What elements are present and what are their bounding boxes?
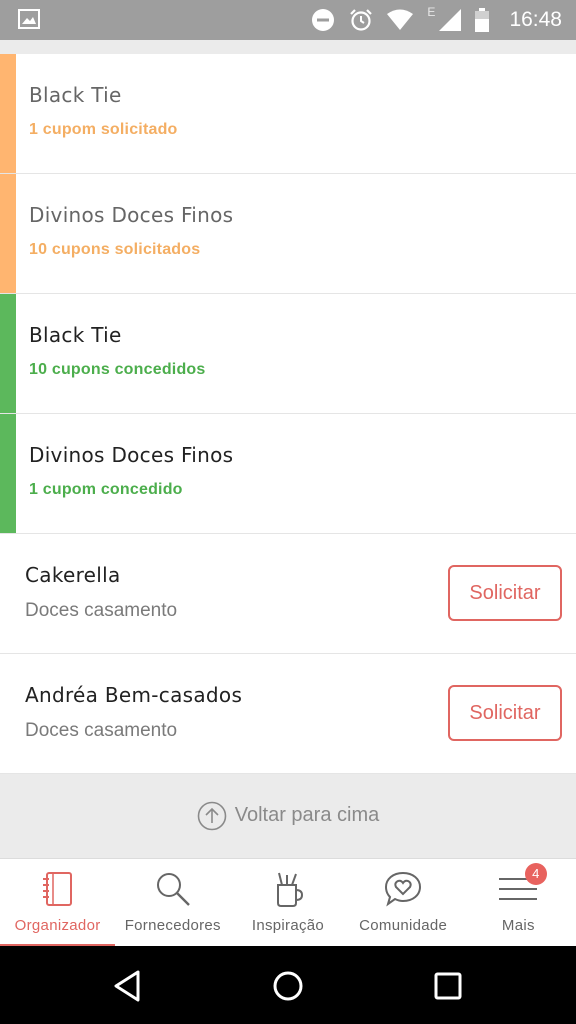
coupon-status: 1 cupom solicitado	[29, 121, 178, 138]
vendor-name: Divinos Doces Finos	[29, 203, 234, 227]
recents-square-icon[interactable]	[428, 966, 468, 1006]
notebook-icon	[42, 872, 72, 906]
system-navigation-bar	[0, 946, 576, 1024]
status-accent-bar	[0, 294, 16, 413]
signal-icon	[439, 9, 462, 31]
do-not-disturb-icon	[312, 9, 335, 31]
vendor-row[interactable]: Cakerella Doces casamento Solicitar	[0, 534, 576, 654]
top-spacer	[0, 40, 576, 54]
notification-badge: 4	[524, 863, 547, 885]
status-bar: E 16:48	[0, 0, 576, 40]
coupon-row[interactable]: Black Tie 1 cupom solicitado	[0, 54, 576, 174]
coupon-row[interactable]: Divinos Doces Finos 1 cupom concedido	[0, 414, 576, 534]
vendor-name: Divinos Doces Finos	[29, 443, 234, 467]
back-triangle-icon[interactable]	[108, 966, 148, 1006]
nav-mais[interactable]: 4 Mais	[461, 859, 576, 947]
image-notification-icon	[18, 9, 40, 29]
coupon-status: 10 cupons solicitados	[29, 241, 201, 258]
nav-comunidade[interactable]: Comunidade	[346, 859, 461, 947]
coupon-status: 1 cupom concedido	[29, 481, 183, 498]
back-to-top-link[interactable]: Voltar para cima	[0, 774, 576, 857]
vendor-row[interactable]: Andréa Bem-casados Doces casamento Solic…	[0, 654, 576, 774]
status-icons: E 16:48	[311, 0, 562, 40]
status-accent-bar	[0, 414, 16, 533]
nav-label: Organizador	[14, 917, 101, 934]
vendor-name: Black Tie	[29, 323, 122, 347]
request-coupon-button[interactable]: Solicitar	[448, 685, 562, 741]
clock: 16:48	[509, 8, 562, 31]
nav-label: Fornecedores	[124, 917, 221, 934]
heart-chat-icon	[385, 871, 422, 907]
nav-label: Comunidade	[359, 917, 448, 934]
vendor-name: Cakerella	[25, 563, 121, 587]
wifi-icon	[387, 9, 414, 30]
coupon-row[interactable]: Divinos Doces Finos 10 cupons solicitado…	[0, 174, 576, 294]
search-icon	[156, 873, 190, 906]
vendor-category: Doces casamento	[25, 720, 178, 741]
vendor-category: Doces casamento	[25, 600, 178, 621]
nav-label: Mais	[501, 917, 535, 934]
status-accent-bar	[0, 174, 16, 293]
coupon-status: 10 cupons concedidos	[29, 361, 206, 378]
bottom-navigation: Organizador Fornecedores Inspiração Comu…	[0, 858, 576, 947]
coupon-list-screen: Black Tie 1 cupom solicitado Divinos Doc…	[0, 40, 576, 858]
back-to-top-label: Voltar para cima	[234, 804, 380, 826]
coupon-card: Black Tie 1 cupom solicitado Divinos Doc…	[0, 54, 576, 774]
alarm-icon	[350, 9, 373, 31]
vendor-name: Andréa Bem-casados	[25, 683, 243, 707]
network-type-label: E	[427, 5, 436, 19]
home-circle-icon[interactable]	[268, 966, 308, 1006]
nav-fornecedores[interactable]: Fornecedores	[115, 859, 230, 947]
coupon-row[interactable]: Black Tie 10 cupons concedidos	[0, 294, 576, 414]
nav-organizador[interactable]: Organizador	[0, 859, 116, 947]
request-coupon-button[interactable]: Solicitar	[448, 565, 562, 621]
nav-label: Inspiração	[251, 917, 325, 934]
brush-cup-icon	[276, 872, 303, 907]
battery-icon	[475, 8, 490, 32]
vendor-name: Black Tie	[29, 83, 122, 107]
status-accent-bar	[0, 54, 16, 173]
nav-inspiracao[interactable]: Inspiração	[230, 859, 345, 947]
arrow-up-circle-icon	[197, 801, 227, 830]
